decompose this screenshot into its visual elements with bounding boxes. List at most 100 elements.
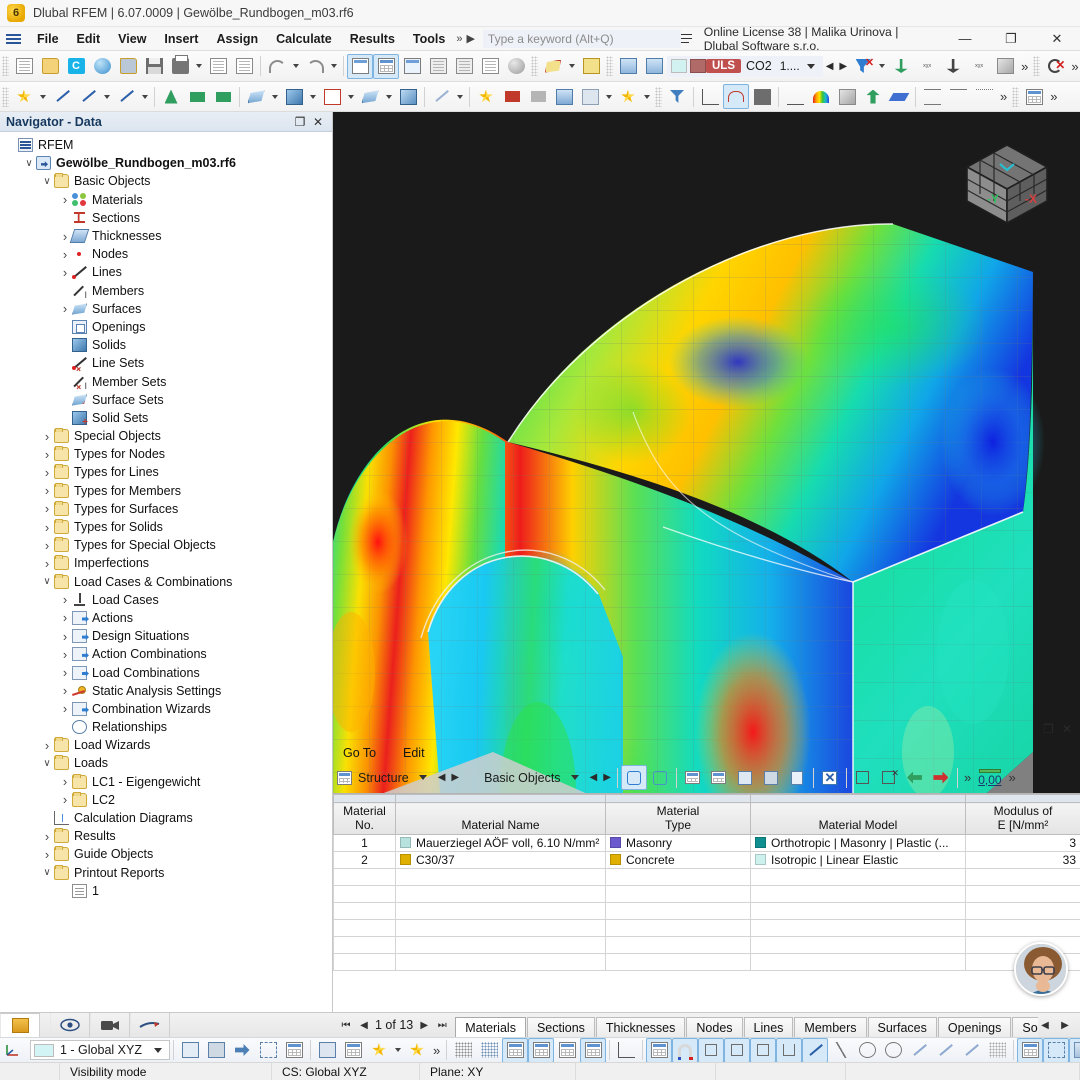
data-tab-members[interactable]: Members [794, 1017, 866, 1038]
tree-item[interactable]: Relationships [0, 718, 332, 736]
tree-expander-icon[interactable] [58, 592, 72, 607]
new-load-icon[interactable] [473, 84, 499, 109]
tree-item[interactable]: RFEM [0, 136, 332, 154]
tree-expander-icon[interactable] [40, 556, 54, 571]
combination-next-icon[interactable]: ▶ [836, 61, 850, 72]
value-labels-icon[interactable]: ˣᵡˣ [966, 54, 992, 79]
result-diagram-icon[interactable] [697, 84, 723, 109]
table-split-view-icon[interactable] [680, 765, 706, 790]
tree-item[interactable]: Members [0, 282, 332, 300]
tree-expander-icon[interactable] [40, 429, 54, 444]
combination-value[interactable]: 1.... [777, 59, 803, 73]
tree-item[interactable]: Basic Objects [0, 172, 332, 190]
delete-coordinate-system-icon[interactable] [203, 1038, 229, 1063]
tabstrip-scroll-left-icon[interactable]: ◀ [1038, 1020, 1052, 1031]
tree-item[interactable]: Sections [0, 209, 332, 227]
empty-cell[interactable] [396, 937, 606, 954]
tree-expander-icon[interactable] [40, 758, 54, 769]
tree-expander-icon[interactable] [40, 483, 54, 498]
grid-dots-icon[interactable] [450, 1038, 476, 1063]
table-edit-label[interactable]: Edit [403, 746, 425, 760]
cell-material-name[interactable]: Mauerziegel AÖF voll, 6.10 N/mm² [396, 835, 606, 852]
table-export-icon[interactable]: ✕ [876, 765, 902, 790]
results-combination-selector[interactable]: ULS CO2 1.... [667, 56, 823, 77]
new-member-caret-icon[interactable] [104, 95, 110, 99]
new-opening-icon[interactable] [319, 84, 345, 109]
tree-item[interactable]: Action Combinations [0, 645, 332, 663]
empty-cell[interactable] [396, 886, 606, 903]
toolbar1-overflow-2-icon[interactable]: » [1068, 59, 1080, 74]
deformation-view-icon[interactable] [723, 84, 749, 109]
osnap-apparent-icon[interactable] [958, 1038, 984, 1063]
pager-last-icon[interactable]: ⏭ [435, 1020, 449, 1031]
tree-item[interactable]: Imperfections [0, 554, 332, 572]
tree-expander-icon[interactable] [22, 158, 36, 169]
table-next-object-icon[interactable] [928, 765, 954, 790]
empty-cell[interactable] [334, 886, 396, 903]
data-tab-thicknesses[interactable]: Thicknesses [596, 1017, 685, 1038]
tree-item[interactable]: Member Sets [0, 372, 332, 390]
table-column-header[interactable]: Material Model [751, 803, 966, 835]
dimension-angle-icon[interactable] [971, 84, 997, 109]
navigator-tree[interactable]: RFEMGewölbe_Rundbogen_m03.rf6Basic Objec… [0, 132, 332, 900]
object-snap-icon[interactable] [580, 1038, 606, 1063]
cs-chevron-down-icon[interactable] [154, 1048, 162, 1053]
table-empty-row[interactable] [334, 869, 1080, 886]
tree-expander-icon[interactable] [40, 847, 54, 862]
toolbar-grip[interactable] [2, 56, 9, 76]
edit-coordinate-system-icon[interactable] [229, 1038, 255, 1063]
menu-edit[interactable]: Edit [68, 29, 110, 49]
data-tab-solids[interactable]: Solids [1012, 1017, 1038, 1038]
data-tab-surfaces[interactable]: Surfaces [868, 1017, 937, 1038]
tree-item[interactable]: Results [0, 827, 332, 845]
new-solid-set-icon[interactable] [395, 84, 421, 109]
osnap-perpendicular-icon[interactable] [932, 1038, 958, 1063]
menu-assign[interactable]: Assign [207, 29, 267, 49]
empty-cell[interactable] [751, 886, 966, 903]
toolbar1-overflow-icon[interactable]: » [1018, 59, 1031, 74]
snap-object-caret-icon[interactable] [395, 1048, 401, 1052]
support-agent-avatar[interactable] [1014, 942, 1068, 996]
data-tab-openings[interactable]: Openings [938, 1017, 1012, 1038]
new-node-caret-icon[interactable] [40, 95, 46, 99]
tree-expander-icon[interactable] [58, 701, 72, 716]
tree-item[interactable]: Line Sets [0, 354, 332, 372]
tree-expander-icon[interactable] [40, 867, 54, 878]
cell-material-name[interactable]: C30/37 [396, 852, 606, 869]
new-generated-load-icon[interactable] [615, 84, 641, 109]
navigator-close-icon[interactable]: ✕ [310, 114, 326, 130]
table-properties-icon[interactable] [784, 765, 810, 790]
new-surface-icon[interactable] [243, 84, 269, 109]
table-row[interactable]: 1Mauerziegel AÖF voll, 6.10 N/mm²Masonry… [334, 835, 1080, 852]
solid-results-icon[interactable] [992, 54, 1018, 79]
osnap-endpoint-icon[interactable] [698, 1038, 724, 1063]
list-panel-icon[interactable] [477, 54, 503, 79]
cell-material-model[interactable]: Isotropic | Linear Elastic [751, 852, 966, 869]
tree-expander-icon[interactable] [40, 576, 54, 587]
menu-calculate[interactable]: Calculate [267, 29, 341, 49]
empty-cell[interactable] [751, 954, 966, 971]
new-coordinate-system-icon[interactable] [177, 1038, 203, 1063]
tree-item[interactable]: Surfaces [0, 300, 332, 318]
toolbar2-overflow-2-icon[interactable]: » [1047, 89, 1060, 104]
clear-selection-icon[interactable]: ✕ [1042, 54, 1068, 79]
console-icon[interactable] [425, 54, 451, 79]
table-row[interactable]: 2C30/37ConcreteIsotropic | Linear Elasti… [334, 852, 1080, 869]
coordinate-system-selector[interactable]: 1 - Global XYZ [30, 1040, 170, 1060]
new-polyline-icon[interactable] [113, 84, 139, 109]
empty-cell[interactable] [396, 954, 606, 971]
osnap-quadrant-icon[interactable] [880, 1038, 906, 1063]
table-empty-row[interactable] [334, 903, 1080, 920]
bottombar-overflow-icon[interactable]: » [430, 1043, 443, 1058]
new-member-icon[interactable] [75, 84, 101, 109]
combination-prev-icon[interactable]: ◀ [823, 61, 837, 72]
empty-cell[interactable] [606, 920, 751, 937]
print-icon[interactable] [167, 54, 193, 79]
pager-next-icon[interactable]: ▶ [417, 1020, 431, 1031]
tree-item[interactable]: Actions [0, 609, 332, 627]
show-values-icon[interactable] [940, 54, 966, 79]
osnap-center-icon[interactable] [750, 1038, 776, 1063]
grid-visible-icon[interactable] [502, 1038, 528, 1063]
table-empty-row[interactable] [334, 920, 1080, 937]
tree-expander-icon[interactable] [58, 192, 72, 207]
